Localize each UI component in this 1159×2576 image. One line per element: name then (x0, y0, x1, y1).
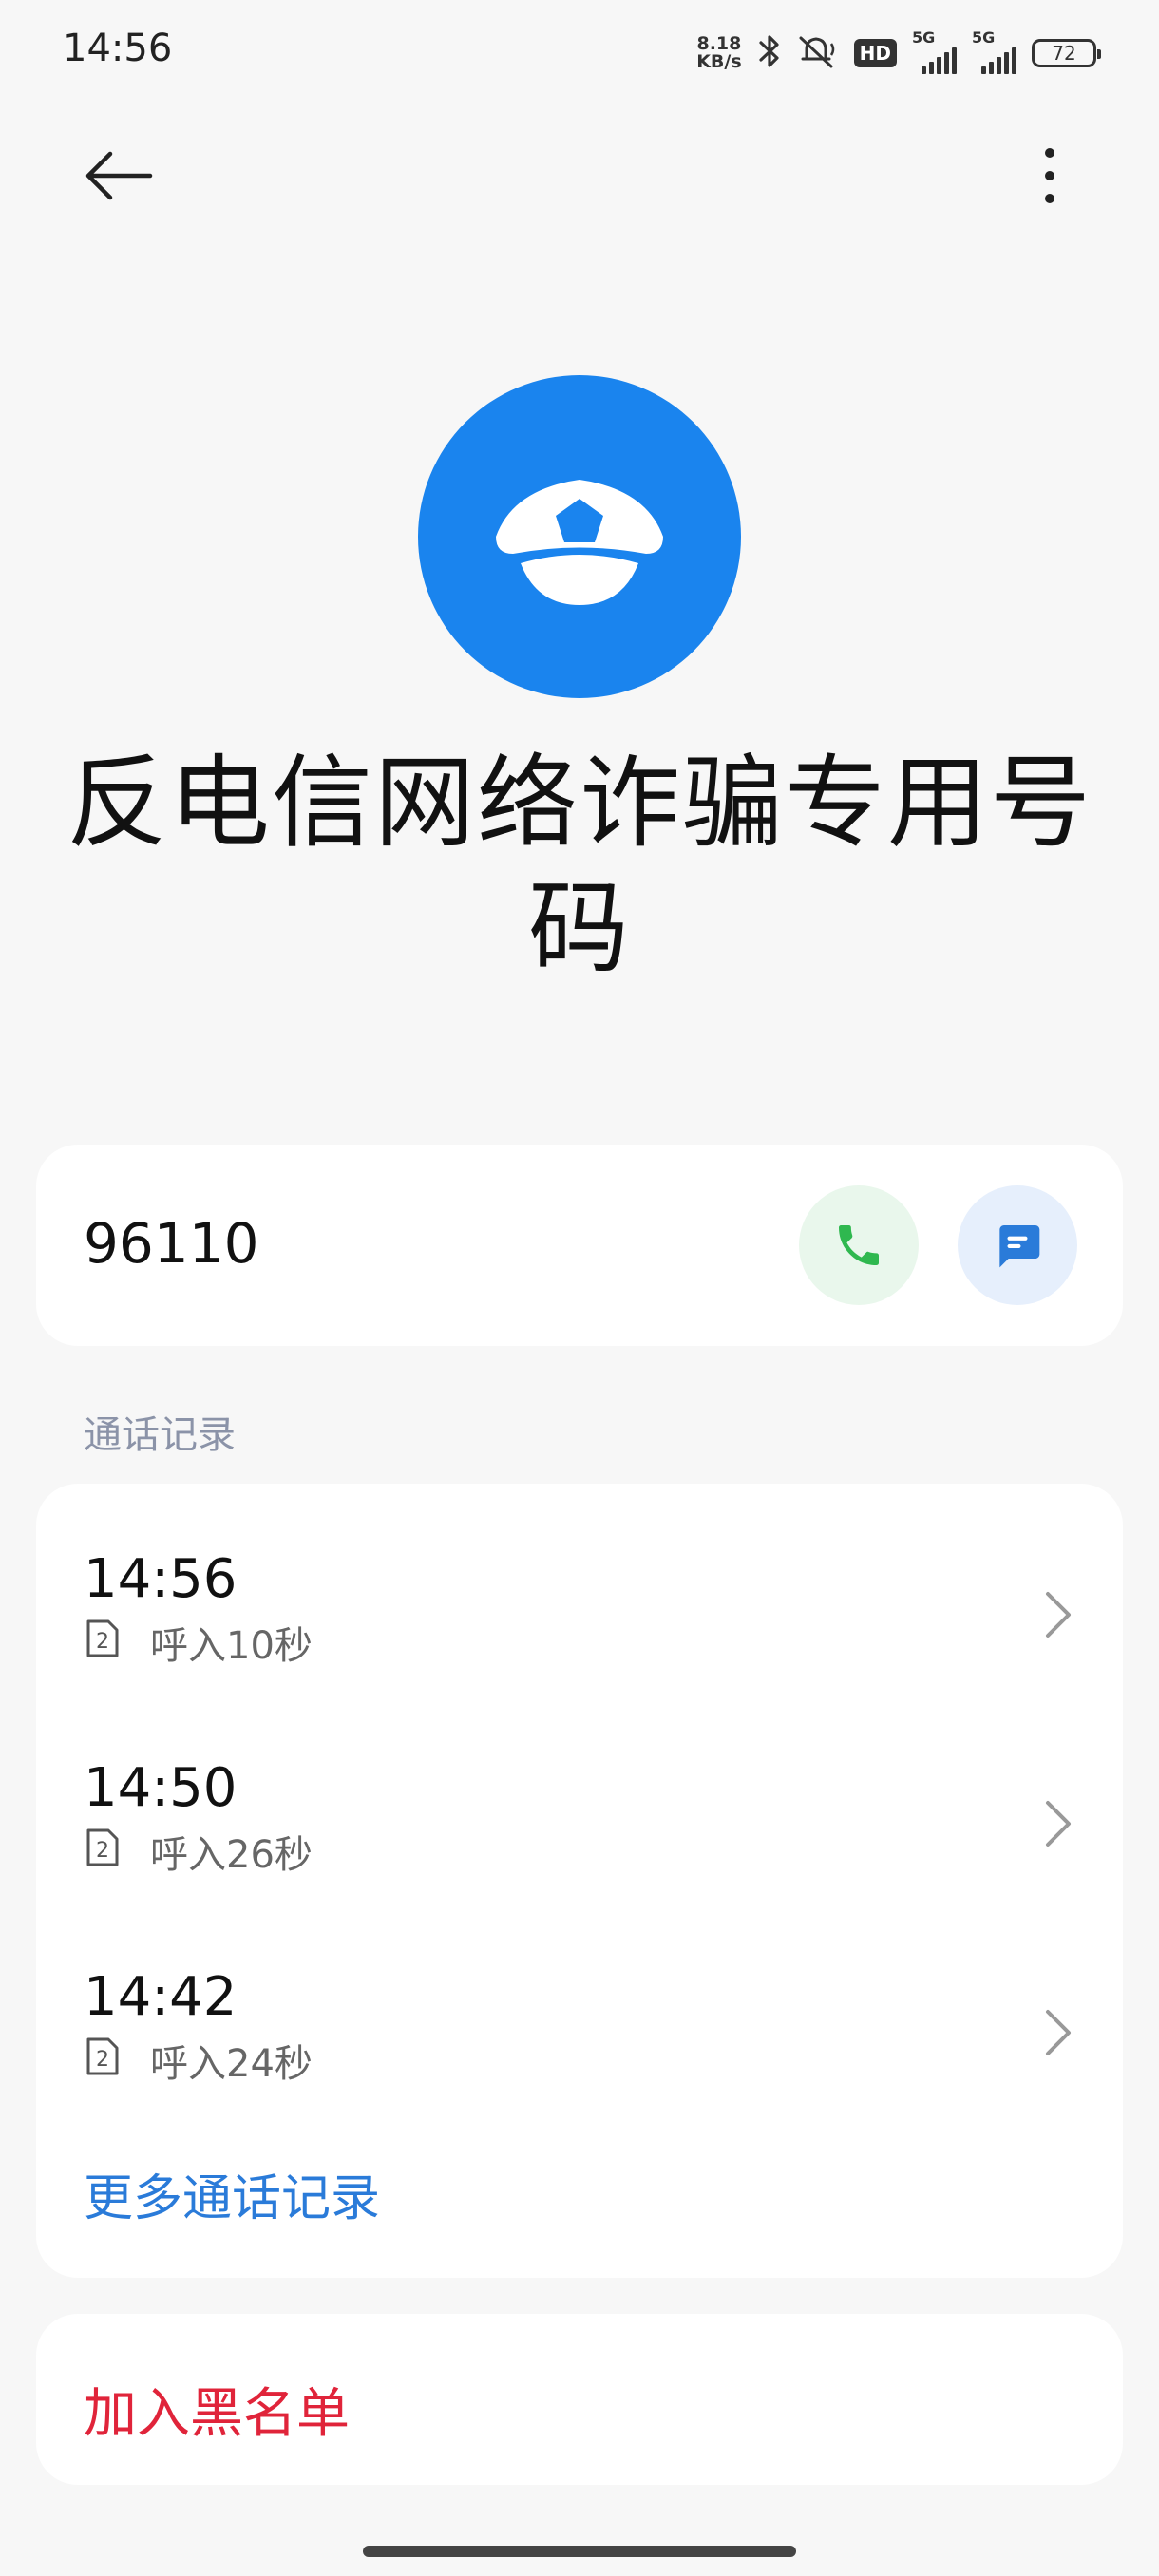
more-options-button[interactable] (1007, 133, 1092, 218)
sim-slot-number: 2 (96, 1839, 109, 1863)
contact-detail-screen: 14:56 8.18 KB/s HD 5G 5G 72 反电信网络诈骗专用号码 … (0, 0, 1159, 2576)
bluetooth-icon (757, 32, 782, 74)
sim-card-icon: 2 (86, 2037, 119, 2075)
chevron-right-icon (1046, 1801, 1071, 1847)
call-button[interactable] (799, 1185, 919, 1305)
battery-level: 72 (1052, 42, 1076, 65)
back-button[interactable] (76, 133, 162, 218)
add-to-blacklist-button[interactable]: 加入黑名单 (84, 2371, 350, 2448)
sim-slot-number: 2 (96, 1630, 109, 1654)
status-time: 14:56 (63, 27, 173, 70)
contact-name: 反电信网络诈骗专用号码 (66, 745, 1092, 987)
call-history-label: 通话记录 (84, 1413, 236, 1457)
call-description: 呼入24秒 (150, 2042, 313, 2086)
phone-number[interactable]: 96110 (84, 1211, 259, 1276)
call-log-row[interactable]: 14:56 2 呼入10秒 (36, 1503, 1123, 1693)
more-vertical-icon (1045, 148, 1054, 203)
phone-icon (839, 1225, 879, 1265)
mute-icon (797, 32, 839, 74)
call-log-row[interactable]: 14:50 2 呼入26秒 (36, 1712, 1123, 1902)
status-bar: 14:56 8.18 KB/s HD 5G 5G 72 (0, 0, 1159, 104)
network-speed: 8.18 KB/s (696, 35, 741, 71)
network-type-label: 5G (972, 28, 996, 47)
network-type-label: 5G (912, 28, 936, 47)
call-time: 14:42 (84, 1966, 238, 2028)
call-time: 14:56 (84, 1548, 238, 1610)
hd-badge: HD (853, 39, 897, 67)
police-cap-icon (496, 480, 663, 605)
more-call-history-link[interactable]: 更多通话记录 (84, 2158, 380, 2229)
call-description: 呼入26秒 (150, 1833, 313, 1877)
signal-strength-icon: 5G (912, 28, 957, 74)
status-icons: 8.18 KB/s HD 5G 5G 72 (696, 27, 1101, 80)
call-log-row[interactable]: 14:42 2 呼入24秒 (36, 1921, 1123, 2111)
call-time: 14:50 (84, 1757, 238, 1819)
message-icon (999, 1225, 1040, 1268)
blacklist-card[interactable]: 加入黑名单 (36, 2314, 1123, 2485)
call-history-card: 14:56 2 呼入10秒 14:50 2 呼入26秒 14:42 2 呼入24… (36, 1484, 1123, 2278)
phone-number-card: 96110 (36, 1145, 1123, 1346)
home-indicator[interactable] (363, 2546, 796, 2557)
sim-card-icon: 2 (86, 1828, 119, 1866)
signal-strength-icon: 5G (972, 28, 1016, 74)
network-speed-unit: KB/s (696, 51, 742, 72)
contact-avatar (418, 375, 741, 698)
message-button[interactable] (958, 1185, 1077, 1305)
battery-icon: 72 (1032, 39, 1101, 67)
chevron-right-icon (1046, 2010, 1071, 2055)
arrow-left-icon (86, 151, 153, 200)
sim-card-icon: 2 (86, 1619, 119, 1657)
call-description: 呼入10秒 (150, 1624, 313, 1668)
sim-slot-number: 2 (96, 2048, 109, 2072)
chevron-right-icon (1046, 1592, 1071, 1638)
